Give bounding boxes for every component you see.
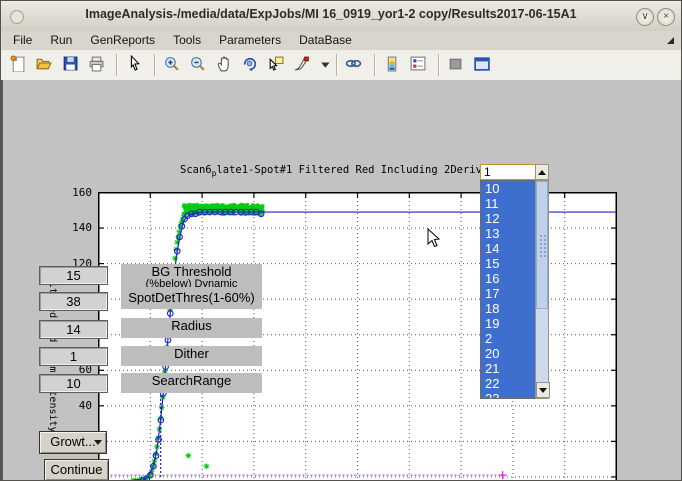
toolbar-separator [116, 54, 118, 76]
list-item-22[interactable]: 22 [481, 376, 535, 391]
list-item-20[interactable]: 20 [481, 346, 535, 361]
dock-figure-icon[interactable] [473, 55, 493, 75]
list-item-2[interactable]: 2 [481, 331, 535, 346]
spot-number-list: 10111213141516171819220212223 [480, 180, 535, 399]
growth-dropdown-button[interactable]: Growt... [39, 431, 107, 454]
menu-item-file[interactable]: File [4, 31, 41, 50]
rotate-3d-icon[interactable] [241, 55, 261, 75]
list-item-18[interactable]: 18 [481, 301, 535, 316]
list-item-14[interactable]: 14 [481, 241, 535, 256]
triangle-up-icon [538, 170, 546, 175]
param-input-spotdetthres-1-60-[interactable] [39, 292, 108, 311]
spot-number-dropdown: 10111213141516171819220212223 [480, 164, 549, 399]
y-tick-label: 140 [59, 221, 92, 234]
param-input-dither[interactable] [39, 347, 108, 366]
window-title: ImageAnalysis-/media/data/ExpJobs/MI 16_… [41, 7, 621, 21]
menu-overflow-icon[interactable] [667, 37, 674, 44]
menu-item-parameters[interactable]: Parameters [210, 31, 290, 50]
zoom-out-icon[interactable] [189, 55, 209, 75]
thumb-grip-icon [539, 234, 547, 258]
scroll-down-button[interactable] [536, 382, 550, 398]
spot-number-input[interactable] [480, 164, 538, 180]
app-window: ImageAnalysis-/media/data/ExpJobs/MI 16_… [0, 0, 682, 481]
param-label-dither: Dither [121, 346, 262, 366]
list-item-19[interactable]: 19 [481, 316, 535, 331]
list-item-10[interactable]: 10 [481, 181, 535, 196]
close-window-button[interactable]: × [657, 8, 675, 26]
scroll-up-button[interactable] [535, 164, 549, 180]
chevron-down-icon [94, 440, 102, 445]
scrollbar-thumb[interactable] [536, 181, 548, 309]
y-tick-label: 40 [59, 399, 92, 412]
pointer-icon[interactable] [125, 55, 145, 75]
toolbar-separator [374, 54, 376, 76]
param-label-spotdetthres-1-60-: SpotDetThres(1-60%) [121, 290, 262, 309]
insert-legend-icon[interactable] [409, 55, 429, 75]
plot-title-rest: late1-Spot#1 Filtered Red Including 2Der… [216, 164, 500, 176]
list-item-15[interactable]: 15 [481, 256, 535, 271]
toolbar-separator [438, 54, 440, 76]
link-plots-icon[interactable] [345, 55, 365, 75]
plot-title-prefix: Scan6 [180, 164, 212, 176]
param-input-bg-threshold[interactable] [39, 266, 108, 285]
plot-title: Scan6plate1-Spot#1 Filtered Red Includin… [180, 164, 501, 178]
menu-item-database[interactable]: DataBase [290, 31, 361, 50]
list-item-23[interactable]: 23 [481, 391, 535, 399]
mouse-cursor-icon [427, 228, 441, 249]
menu-item-genreports[interactable]: GenReports [81, 31, 164, 50]
figure-canvas: Scan6plate1-Spot#1 Filtered Red Includin… [1, 80, 681, 481]
list-item-11[interactable]: 11 [481, 196, 535, 211]
continue-button[interactable]: Continue [44, 459, 109, 481]
data-cursor-icon[interactable] [267, 55, 287, 75]
list-item-21[interactable]: 21 [481, 361, 535, 376]
menu-bar: FileRunGenReportsToolsParametersDataBase [1, 31, 681, 50]
save-icon[interactable] [61, 55, 81, 75]
open-folder-icon[interactable] [35, 55, 55, 75]
list-item-17[interactable]: 17 [481, 286, 535, 301]
list-item-16[interactable]: 16 [481, 271, 535, 286]
list-item-13[interactable]: 13 [481, 226, 535, 241]
toolbar [1, 50, 681, 81]
pan-icon[interactable] [215, 55, 235, 75]
print-icon[interactable] [87, 55, 107, 75]
param-input-searchrange[interactable] [39, 374, 108, 393]
triangle-down-icon [539, 388, 547, 393]
plot-tools-icon[interactable] [447, 55, 467, 75]
new-file-icon[interactable] [9, 55, 29, 75]
menu-item-run[interactable]: Run [41, 31, 81, 50]
zoom-in-icon[interactable] [163, 55, 183, 75]
toolbar-separator [336, 54, 338, 76]
growth-dropdown-label: Growt... [50, 434, 96, 449]
param-label-searchrange: SearchRange [121, 373, 262, 393]
dropdown-scrollbar[interactable] [535, 180, 549, 399]
menu-item-tools[interactable]: Tools [164, 31, 210, 50]
brush-icon[interactable] [293, 55, 313, 75]
shade-window-button[interactable]: ∨ [636, 8, 654, 26]
list-item-12[interactable]: 12 [481, 211, 535, 226]
insert-colorbar-icon[interactable] [383, 55, 403, 75]
toolbar-separator [154, 54, 156, 76]
param-input-radius[interactable] [39, 320, 108, 339]
param-label-bg-threshold: BG Threshold(%below) Dynamic [121, 264, 262, 290]
y-tick-label: 160 [59, 186, 92, 199]
window-menu-icon[interactable] [10, 10, 24, 24]
title-bar: ImageAnalysis-/media/data/ExpJobs/MI 16_… [1, 1, 681, 32]
param-label-radius: Radius [121, 318, 262, 338]
